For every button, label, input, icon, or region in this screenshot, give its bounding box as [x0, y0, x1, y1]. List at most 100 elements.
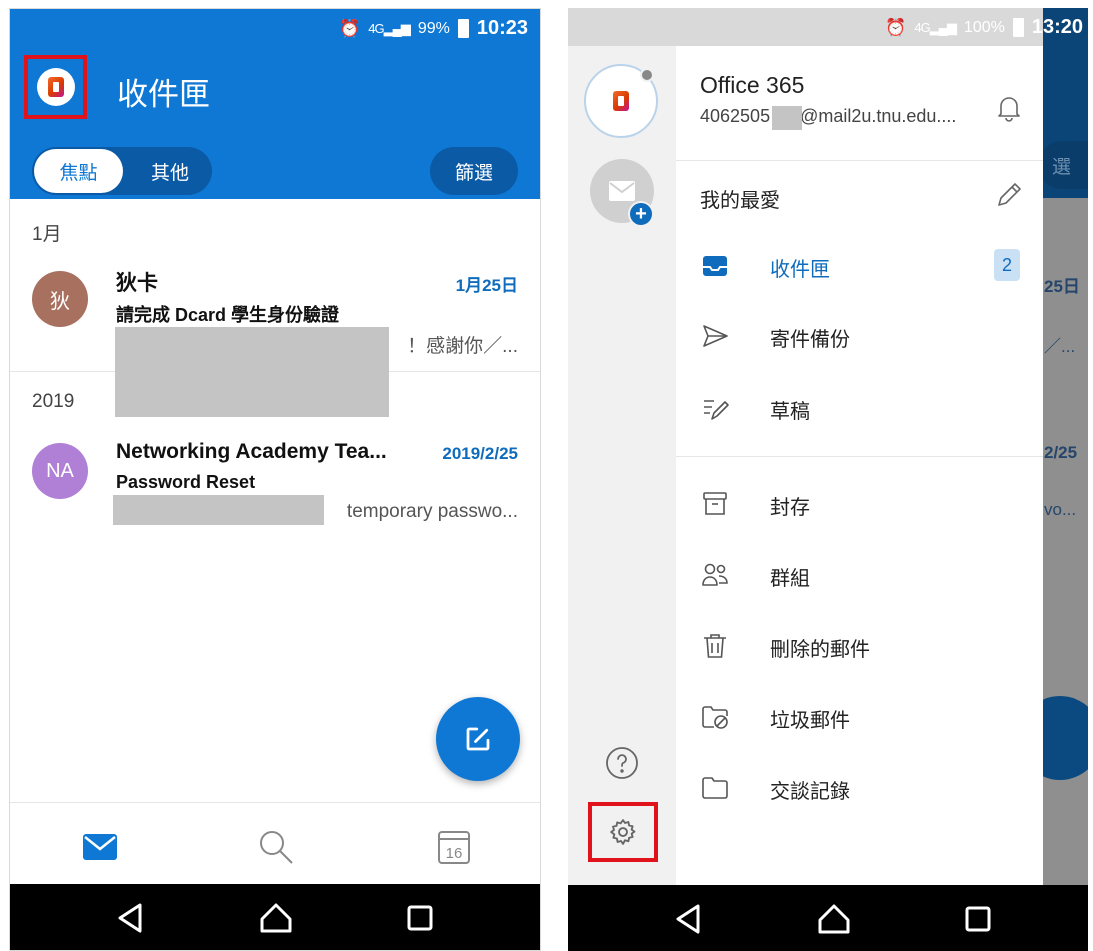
battery-percent: 99%: [417, 19, 450, 37]
background-preview: ／...: [1044, 337, 1076, 356]
redacted-area: [772, 106, 802, 130]
send-icon: [703, 325, 728, 347]
recent-apps-button[interactable]: [400, 898, 440, 938]
section-label-2019: 2019: [32, 391, 75, 412]
status-dot: [640, 68, 654, 82]
calendar-icon: 16: [438, 831, 470, 864]
folder-item-groups[interactable]: 群組: [676, 545, 1043, 605]
inbox-tab-switch: 焦點 其他: [32, 147, 212, 195]
folder-item-inbox[interactable]: 收件匣 2: [676, 236, 1043, 296]
status-bar: ⏰ 4G▂▄▆ 99% 10:23: [10, 9, 540, 47]
folder-label: 刪除的郵件: [770, 639, 870, 661]
folder-item-deleted[interactable]: 刪除的郵件: [676, 616, 1043, 676]
pencil-icon[interactable]: [994, 180, 1024, 210]
mail-preview: ！感謝你／...: [407, 336, 518, 357]
calendar-day-number: 16: [446, 845, 463, 862]
background-date: 2/25: [1044, 443, 1078, 462]
search-icon: [260, 831, 293, 864]
mail-tab[interactable]: [78, 825, 122, 869]
mail-sender: 狄卡: [116, 272, 158, 295]
page-title: 收件匣: [117, 77, 210, 112]
folder-item-junk[interactable]: 垃圾郵件: [676, 687, 1043, 747]
plus-icon: +: [628, 201, 654, 227]
mail-preview: temporary passwo...: [346, 501, 518, 522]
system-navigation-bar: [10, 884, 540, 950]
status-time: 13:20: [1031, 16, 1083, 38]
tab-focused[interactable]: 焦點: [34, 149, 123, 193]
back-button[interactable]: [668, 899, 708, 939]
redacted-area: [115, 327, 389, 417]
mail-date: 2019/2/25: [442, 444, 518, 463]
folder-item-conversation-history[interactable]: 交談記錄: [676, 758, 1043, 818]
recent-apps-button[interactable]: [958, 899, 998, 939]
battery-percent: 100%: [963, 18, 1005, 36]
status-time: 10:23: [476, 17, 528, 39]
back-icon: [676, 904, 700, 934]
right-phone-screen: 選 25日 ／... 2/25 vo... ⏰ 4G▂▄▆ 100% 13:20: [568, 8, 1088, 951]
compose-icon: [466, 727, 490, 751]
battery-icon: [457, 19, 469, 38]
back-button[interactable]: [110, 898, 150, 938]
inbox-icon: [703, 256, 727, 276]
divider: [676, 456, 1043, 457]
calendar-tab[interactable]: 16: [432, 825, 476, 869]
account-avatar-button[interactable]: [24, 55, 87, 119]
folder-label: 群組: [770, 568, 810, 590]
mail-date: 1月25日: [455, 276, 518, 295]
office-logo-icon: [601, 81, 641, 121]
battery-icon: [1012, 18, 1024, 37]
folder-label: 寄件備份: [770, 329, 850, 351]
groups-icon: [702, 563, 728, 586]
compose-button[interactable]: [436, 697, 520, 781]
archive-icon: [703, 492, 727, 515]
draft-icon: [704, 400, 729, 420]
trash-icon: [704, 634, 726, 658]
account-email: 4062505 @mail2u.tnu.edu....: [700, 106, 957, 126]
background-filter-button: 選: [1038, 141, 1088, 189]
signal-icon: 4G▂▄▆: [368, 20, 411, 36]
mail-icon: [609, 181, 635, 201]
app-header: 收件匣 焦點 其他 篩選: [10, 47, 540, 199]
avatar: NA: [32, 443, 88, 499]
help-icon[interactable]: [605, 746, 639, 780]
home-button[interactable]: [256, 898, 296, 938]
unread-count-badge: 2: [994, 249, 1020, 281]
mail-sender: Networking Academy Tea...: [116, 440, 387, 463]
system-navigation-bar: [568, 885, 1088, 951]
gear-icon: [610, 819, 636, 845]
back-icon: [118, 903, 142, 933]
home-button[interactable]: [814, 899, 854, 939]
home-icon: [260, 903, 292, 933]
folder-item-archive[interactable]: 封存: [676, 474, 1043, 534]
folder-label: 草稿: [770, 401, 810, 423]
favorites-heading: 我的最愛: [700, 190, 780, 212]
left-phone-screen: ⏰ 4G▂▄▆ 99% 10:23 收件匣 焦點 其他 篩選 1月 狄 狄卡 1…: [9, 8, 541, 951]
search-tab[interactable]: [254, 825, 298, 869]
mail-subject: 請完成 Dcard 學生身份驗證: [116, 305, 340, 325]
recent-apps-icon: [407, 905, 433, 931]
background-date: 25日: [1044, 277, 1080, 296]
folder-item-drafts[interactable]: 草稿: [676, 378, 1043, 438]
alarm-icon: ⏰: [339, 18, 361, 38]
signal-icon: 4G▂▄▆: [914, 19, 957, 35]
settings-button[interactable]: [588, 802, 658, 862]
folder-label: 垃圾郵件: [770, 710, 850, 732]
section-label-january: 1月: [32, 224, 62, 245]
avatar: 狄: [32, 271, 88, 327]
junk-icon: [702, 706, 728, 729]
bottom-navigation: 16: [10, 802, 540, 886]
redacted-area: [113, 495, 324, 525]
office-logo-icon: [36, 68, 75, 106]
folder-label: 收件匣: [770, 259, 830, 281]
bell-icon[interactable]: [996, 94, 1022, 122]
background-preview: vo...: [1044, 500, 1077, 519]
account-rail: +: [568, 46, 676, 885]
mail-subject: Password Reset: [116, 472, 256, 492]
folder-item-sent[interactable]: 寄件備份: [676, 306, 1043, 366]
tab-other[interactable]: 其他: [130, 147, 210, 195]
filter-button[interactable]: 篩選: [430, 147, 518, 195]
alarm-icon: ⏰: [885, 17, 907, 37]
mail-icon: [83, 834, 117, 860]
folder-label: 封存: [770, 497, 810, 519]
status-bar: ⏰ 4G▂▄▆ 100% 13:20: [568, 8, 1083, 46]
